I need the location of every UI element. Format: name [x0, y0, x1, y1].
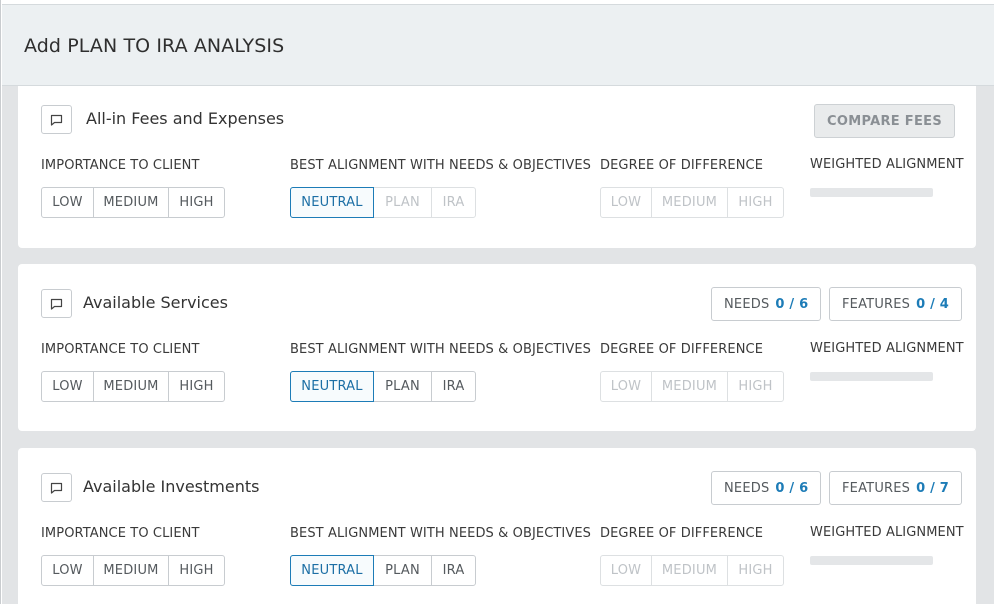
weighted-alignment-bar — [810, 372, 933, 381]
modal-header: Add PLAN TO IRA ANALYSIS — [2, 4, 994, 86]
needs-button[interactable]: NEEDS 0 / 6 — [711, 287, 822, 321]
difference-high-button[interactable]: HIGH — [728, 556, 783, 585]
card-title: Available Investments — [83, 477, 260, 496]
alignment-plan-button[interactable]: PLAN — [374, 372, 432, 401]
weighted-alignment-label: WEIGHTED ALIGNMENT — [810, 525, 964, 540]
difference-low-button[interactable]: LOW — [601, 372, 652, 401]
difference-high-button[interactable]: HIGH — [728, 372, 783, 401]
difference-label: DEGREE OF DIFFERENCE — [600, 158, 764, 173]
modal-body[interactable]: All-in Fees and Expenses COMPARE FEES IM… — [2, 86, 994, 604]
features-button[interactable]: FEATURES 0 / 7 — [829, 471, 963, 505]
modal-title: Add PLAN TO IRA ANALYSIS — [24, 35, 285, 57]
alignment-selector: NEUTRAL PLAN IRA — [290, 371, 476, 402]
alignment-plan-button[interactable]: PLAN — [374, 556, 432, 585]
importance-low-button[interactable]: LOW — [42, 556, 94, 585]
weighted-alignment-label: WEIGHTED ALIGNMENT — [810, 341, 964, 356]
difference-medium-button[interactable]: MEDIUM — [652, 188, 728, 217]
alignment-plan-button[interactable]: PLAN — [374, 188, 432, 217]
card-title: All-in Fees and Expenses — [86, 109, 285, 128]
comment-button[interactable] — [41, 105, 72, 134]
card-available-services: Available Services NEEDS 0 / 6 FEATURES … — [18, 264, 976, 431]
difference-label: DEGREE OF DIFFERENCE — [600, 526, 764, 541]
difference-selector: LOW MEDIUM HIGH — [600, 555, 784, 586]
compare-fees-button[interactable]: COMPARE FEES — [814, 104, 955, 138]
weighted-alignment-bar — [810, 188, 933, 197]
alignment-neutral-button[interactable]: NEUTRAL — [290, 371, 374, 402]
weighted-alignment-label: WEIGHTED ALIGNMENT — [810, 157, 964, 172]
alignment-label: BEST ALIGNMENT WITH NEEDS & OBJECTIVES — [290, 158, 592, 173]
card-title: Available Services — [83, 293, 228, 312]
difference-selector: LOW MEDIUM HIGH — [600, 371, 784, 402]
features-label: FEATURES — [842, 296, 911, 312]
add-analysis-modal: Add PLAN TO IRA ANALYSIS All-in Fees and… — [0, 0, 994, 604]
alignment-label: BEST ALIGNMENT WITH NEEDS & OBJECTIVES — [290, 342, 592, 357]
alignment-selector: NEUTRAL PLAN IRA — [290, 555, 476, 586]
needs-button[interactable]: NEEDS 0 / 6 — [711, 471, 822, 505]
difference-low-button[interactable]: LOW — [601, 188, 652, 217]
needs-count: 0 / 6 — [775, 480, 809, 496]
importance-label: IMPORTANCE TO CLIENT — [41, 158, 200, 173]
features-button[interactable]: FEATURES 0 / 4 — [829, 287, 963, 321]
needs-label: NEEDS — [724, 296, 770, 312]
importance-medium-button[interactable]: MEDIUM — [94, 556, 169, 585]
alignment-ira-button[interactable]: IRA — [432, 556, 475, 585]
difference-medium-button[interactable]: MEDIUM — [652, 556, 728, 585]
importance-label: IMPORTANCE TO CLIENT — [41, 526, 200, 541]
importance-high-button[interactable]: HIGH — [169, 372, 224, 401]
importance-low-button[interactable]: LOW — [42, 188, 94, 217]
alignment-ira-button[interactable]: IRA — [432, 188, 475, 217]
importance-medium-button[interactable]: MEDIUM — [94, 372, 169, 401]
alignment-neutral-button[interactable]: NEUTRAL — [290, 187, 374, 218]
weighted-alignment-bar — [810, 556, 933, 565]
alignment-selector: NEUTRAL PLAN IRA — [290, 187, 476, 218]
importance-selector: LOW MEDIUM HIGH — [41, 187, 225, 218]
importance-selector: LOW MEDIUM HIGH — [41, 371, 225, 402]
importance-low-button[interactable]: LOW — [42, 372, 94, 401]
difference-low-button[interactable]: LOW — [601, 556, 652, 585]
comment-icon — [50, 298, 63, 310]
comment-icon — [50, 482, 63, 494]
alignment-neutral-button[interactable]: NEUTRAL — [290, 555, 374, 586]
importance-high-button[interactable]: HIGH — [169, 188, 224, 217]
comment-button[interactable] — [41, 473, 72, 502]
comment-button[interactable] — [41, 289, 72, 318]
importance-selector: LOW MEDIUM HIGH — [41, 555, 225, 586]
needs-label: NEEDS — [724, 480, 770, 496]
importance-high-button[interactable]: HIGH — [169, 556, 224, 585]
card-all-in-fees: All-in Fees and Expenses COMPARE FEES IM… — [18, 86, 976, 248]
features-count: 0 / 7 — [916, 480, 950, 496]
difference-high-button[interactable]: HIGH — [728, 188, 783, 217]
alignment-label: BEST ALIGNMENT WITH NEEDS & OBJECTIVES — [290, 526, 592, 541]
alignment-ira-button[interactable]: IRA — [432, 372, 475, 401]
importance-label: IMPORTANCE TO CLIENT — [41, 342, 200, 357]
needs-count: 0 / 6 — [775, 296, 809, 312]
difference-label: DEGREE OF DIFFERENCE — [600, 342, 764, 357]
features-count: 0 / 4 — [916, 296, 950, 312]
comment-icon — [50, 114, 63, 126]
card-available-investments: Available Investments NEEDS 0 / 6 FEATUR… — [18, 448, 976, 604]
importance-medium-button[interactable]: MEDIUM — [94, 188, 169, 217]
difference-selector: LOW MEDIUM HIGH — [600, 187, 784, 218]
features-label: FEATURES — [842, 480, 911, 496]
difference-medium-button[interactable]: MEDIUM — [652, 372, 728, 401]
